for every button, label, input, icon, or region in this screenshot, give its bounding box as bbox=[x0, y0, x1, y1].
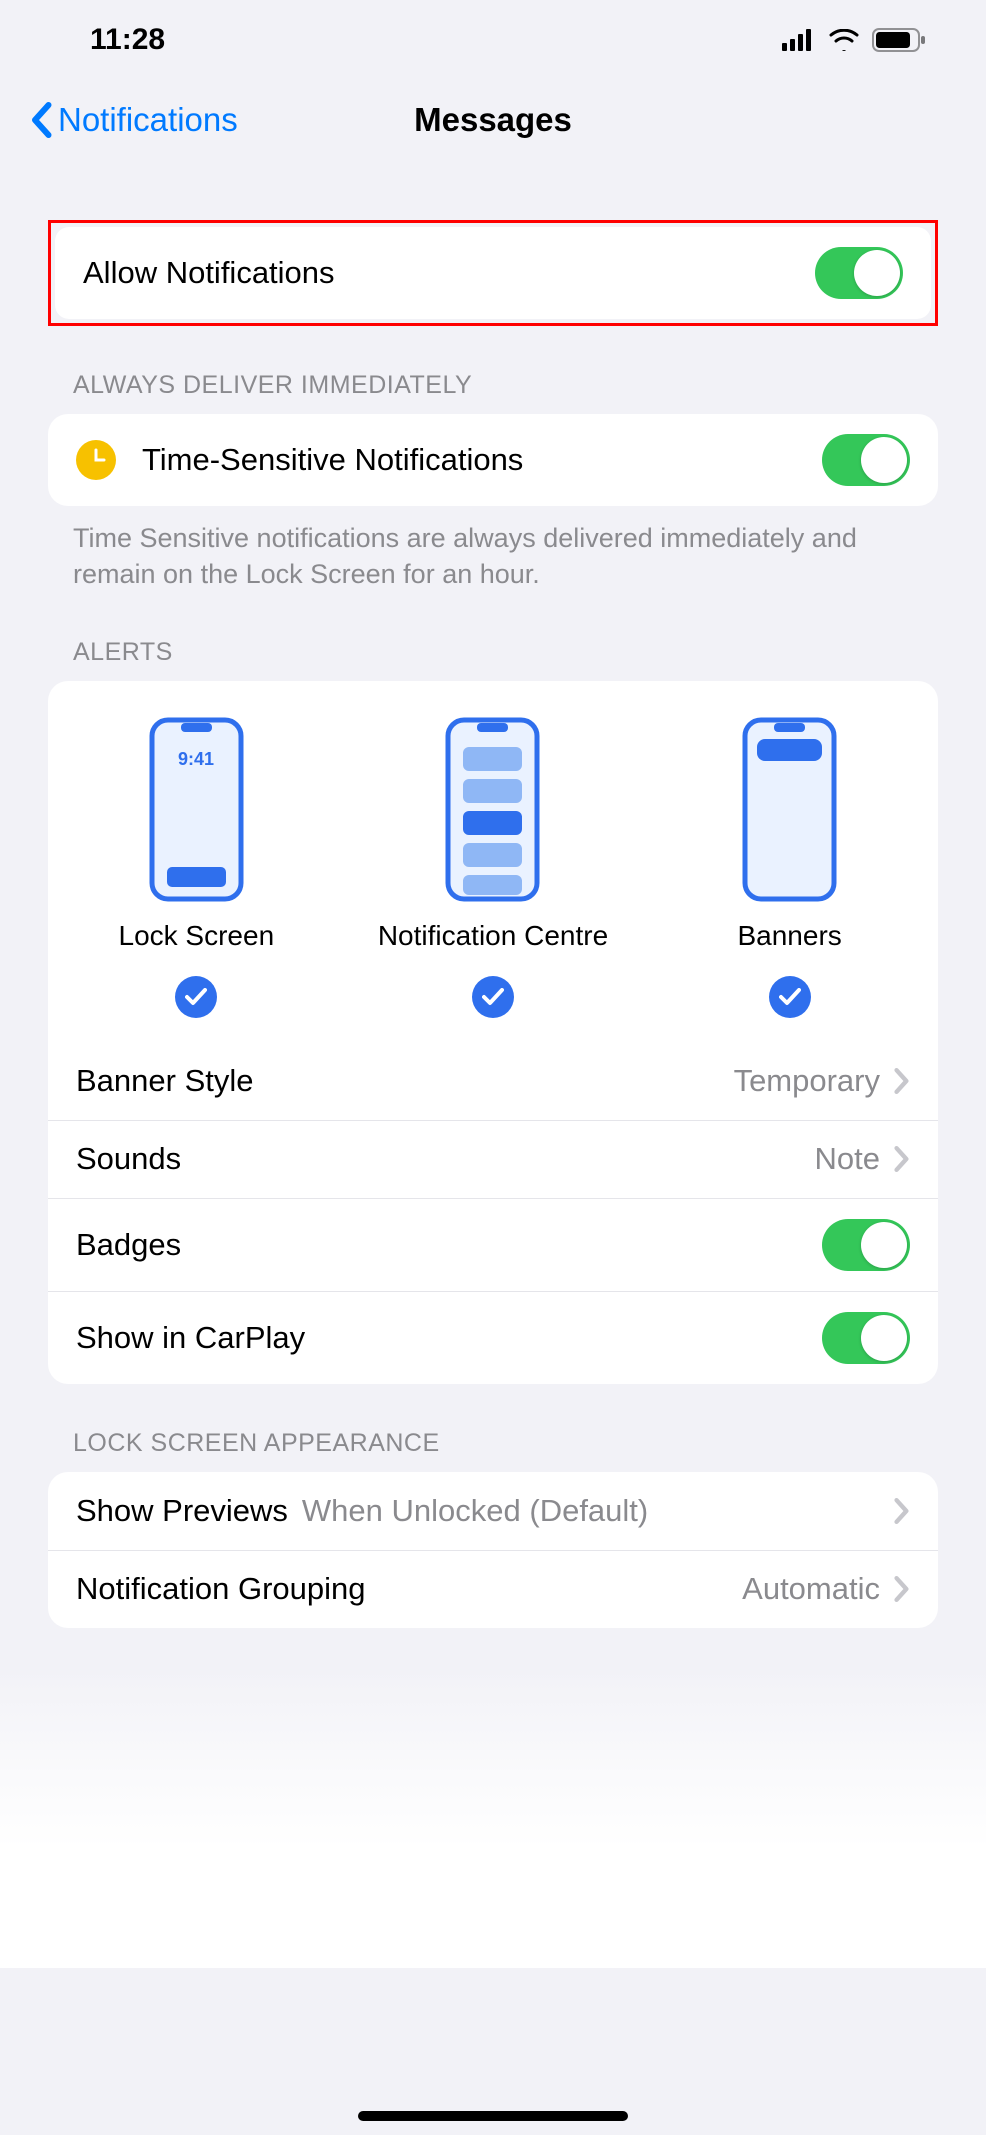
status-icons bbox=[782, 28, 926, 52]
chevron-right-icon bbox=[894, 1576, 910, 1602]
alert-option-label: Notification Centre bbox=[378, 920, 608, 952]
carplay-label: Show in CarPlay bbox=[76, 1320, 305, 1356]
allow-notifications-row[interactable]: Allow Notifications bbox=[55, 227, 931, 319]
check-circle-icon bbox=[769, 976, 811, 1018]
sounds-row[interactable]: Sounds Note bbox=[48, 1120, 938, 1198]
wifi-icon bbox=[828, 29, 860, 51]
notification-grouping-row[interactable]: Notification Grouping Automatic bbox=[48, 1550, 938, 1628]
status-bar: 11:28 bbox=[0, 0, 986, 80]
time-sensitive-footer: Time Sensitive notifications are always … bbox=[48, 506, 938, 593]
alert-option-banners[interactable]: Banners bbox=[643, 717, 937, 1018]
allow-notifications-toggle[interactable] bbox=[815, 247, 903, 299]
check-circle-icon bbox=[175, 976, 217, 1018]
show-previews-row[interactable]: Show Previews When Unlocked (Default) bbox=[48, 1472, 938, 1550]
home-indicator bbox=[358, 2111, 628, 2121]
clock-icon bbox=[76, 440, 116, 480]
status-time: 11:28 bbox=[90, 23, 165, 57]
time-sensitive-label: Time-Sensitive Notifications bbox=[142, 442, 523, 478]
notification-grouping-label: Notification Grouping bbox=[76, 1571, 366, 1607]
banner-style-value: Temporary bbox=[734, 1063, 880, 1099]
cellular-icon bbox=[782, 29, 816, 51]
alert-option-notificationcentre[interactable]: Notification Centre bbox=[346, 717, 640, 1018]
badges-label: Badges bbox=[76, 1227, 181, 1263]
battery-icon bbox=[872, 28, 926, 52]
check-circle-icon bbox=[472, 976, 514, 1018]
svg-text:9:41: 9:41 bbox=[178, 749, 214, 769]
chevron-right-icon bbox=[894, 1498, 910, 1524]
lockscreen-appearance-group: LOCK SCREEN APPEARANCE Show Previews Whe… bbox=[48, 1429, 938, 1628]
time-sensitive-toggle[interactable] bbox=[822, 434, 910, 486]
navigation-bar: Notifications Messages bbox=[0, 80, 986, 160]
chevron-left-icon bbox=[30, 102, 52, 138]
lockscreen-icon: 9:41 bbox=[149, 717, 244, 902]
banner-style-row[interactable]: Banner Style Temporary bbox=[48, 1042, 938, 1120]
carplay-row[interactable]: Show in CarPlay bbox=[48, 1291, 938, 1384]
alerts-group: ALERTS 9:41 Lock Screen bbox=[48, 638, 938, 1384]
show-previews-label: Show Previews bbox=[76, 1493, 288, 1529]
show-previews-value: When Unlocked (Default) bbox=[302, 1493, 880, 1529]
banner-style-label: Banner Style bbox=[76, 1063, 254, 1099]
alert-option-label: Banners bbox=[737, 920, 841, 952]
allow-notifications-highlight: Allow Notifications bbox=[48, 220, 938, 326]
alert-option-label: Lock Screen bbox=[119, 920, 275, 952]
chevron-right-icon bbox=[894, 1146, 910, 1172]
lockscreen-appearance-header: LOCK SCREEN APPEARANCE bbox=[48, 1429, 938, 1472]
allow-notifications-label: Allow Notifications bbox=[83, 255, 335, 291]
sounds-value: Note bbox=[815, 1141, 880, 1177]
notificationcentre-icon bbox=[445, 717, 540, 902]
allow-notifications-card: Allow Notifications bbox=[55, 227, 931, 319]
banners-icon bbox=[742, 717, 837, 902]
back-label: Notifications bbox=[58, 101, 238, 139]
alert-options: 9:41 Lock Screen bbox=[48, 681, 938, 1042]
bottom-fade bbox=[0, 1668, 986, 1968]
badges-row[interactable]: Badges bbox=[48, 1198, 938, 1291]
time-sensitive-row[interactable]: Time-Sensitive Notifications bbox=[48, 414, 938, 506]
alert-option-lockscreen[interactable]: 9:41 Lock Screen bbox=[49, 717, 343, 1018]
sounds-label: Sounds bbox=[76, 1141, 181, 1177]
carplay-toggle[interactable] bbox=[822, 1312, 910, 1364]
chevron-right-icon bbox=[894, 1068, 910, 1094]
notification-grouping-value: Automatic bbox=[742, 1571, 880, 1607]
back-button[interactable]: Notifications bbox=[30, 101, 238, 139]
time-sensitive-group: ALWAYS DELIVER IMMEDIATELY Time-Sensitiv… bbox=[48, 371, 938, 593]
time-sensitive-header: ALWAYS DELIVER IMMEDIATELY bbox=[48, 371, 938, 414]
page-title: Messages bbox=[414, 101, 572, 139]
badges-toggle[interactable] bbox=[822, 1219, 910, 1271]
alerts-header: ALERTS bbox=[48, 638, 938, 681]
